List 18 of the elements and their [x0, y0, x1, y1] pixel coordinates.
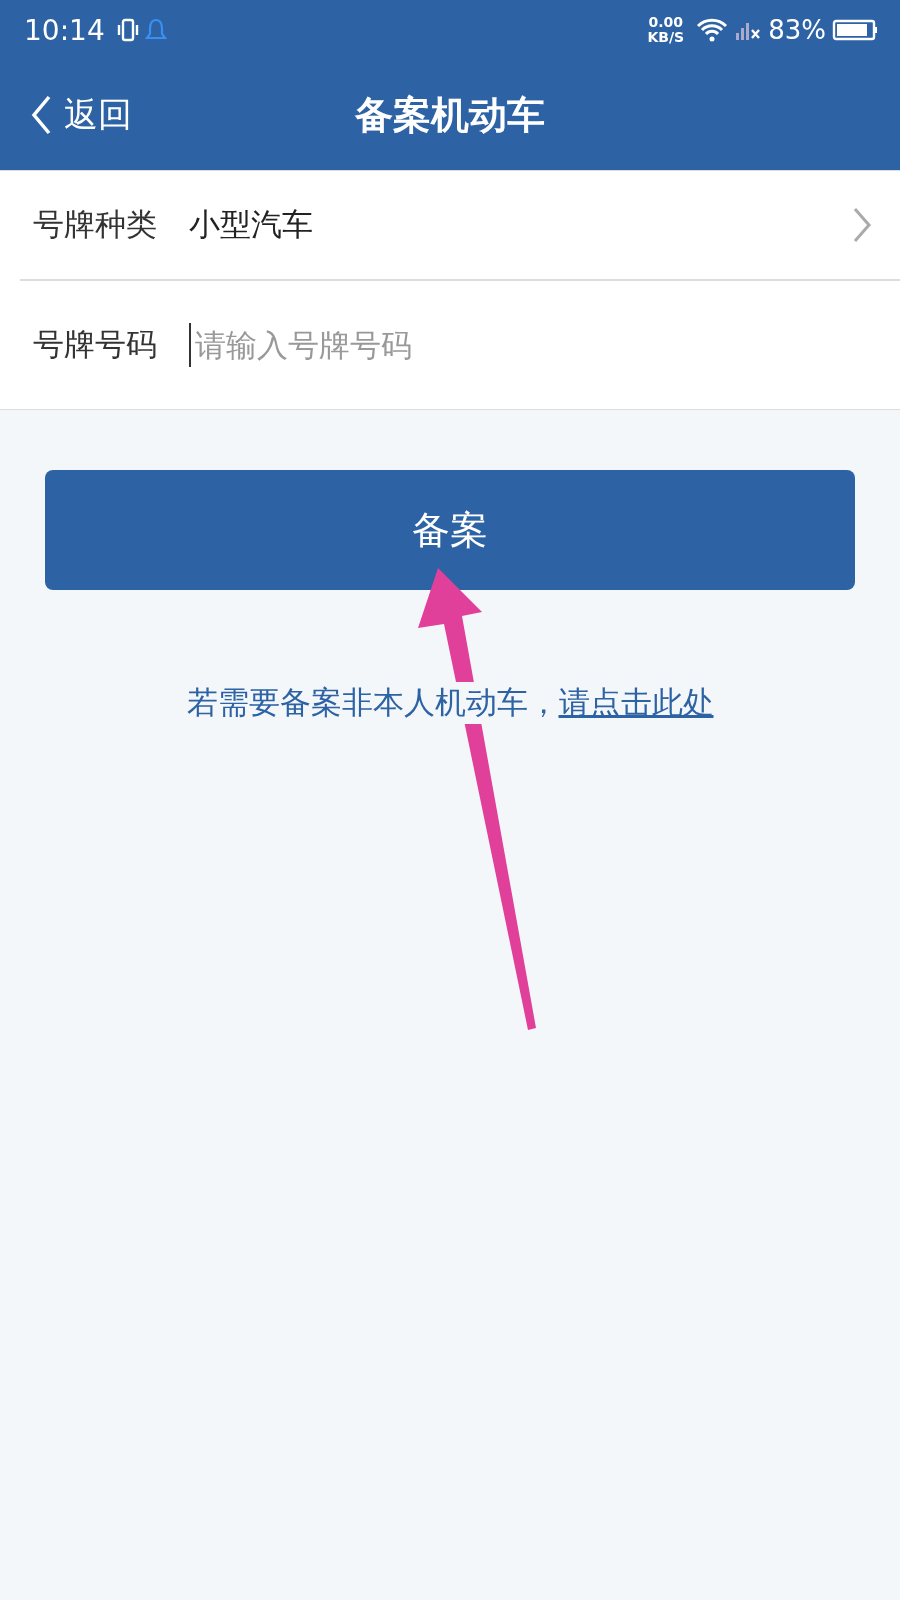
status-time: 10:14: [24, 13, 105, 47]
speed-value: 0.00: [648, 15, 684, 30]
field-label: 号牌种类: [33, 205, 158, 244]
submit-button[interactable]: 备案: [45, 470, 855, 590]
battery-icon: [832, 17, 878, 43]
plate-number-field[interactable]: 请输入号牌号码: [189, 323, 872, 367]
plate-type-select[interactable]: 小型汽车: [189, 204, 900, 246]
wifi-icon: [696, 17, 729, 43]
speed-unit: KB/S: [647, 30, 685, 45]
battery-level: 83%: [768, 15, 826, 45]
back-chevron-icon: [30, 95, 52, 135]
note-text: 若需要备案非本人机动车，请点击此处: [186, 682, 714, 724]
page-title: 备案机动车: [355, 91, 545, 139]
vibrate-icon: [116, 17, 139, 43]
back-button[interactable]: 返回: [30, 92, 132, 138]
field-label: 号牌号码: [33, 325, 158, 364]
click-here-link[interactable]: 请点击此处: [558, 684, 714, 720]
chevron-right-icon: [852, 207, 872, 243]
